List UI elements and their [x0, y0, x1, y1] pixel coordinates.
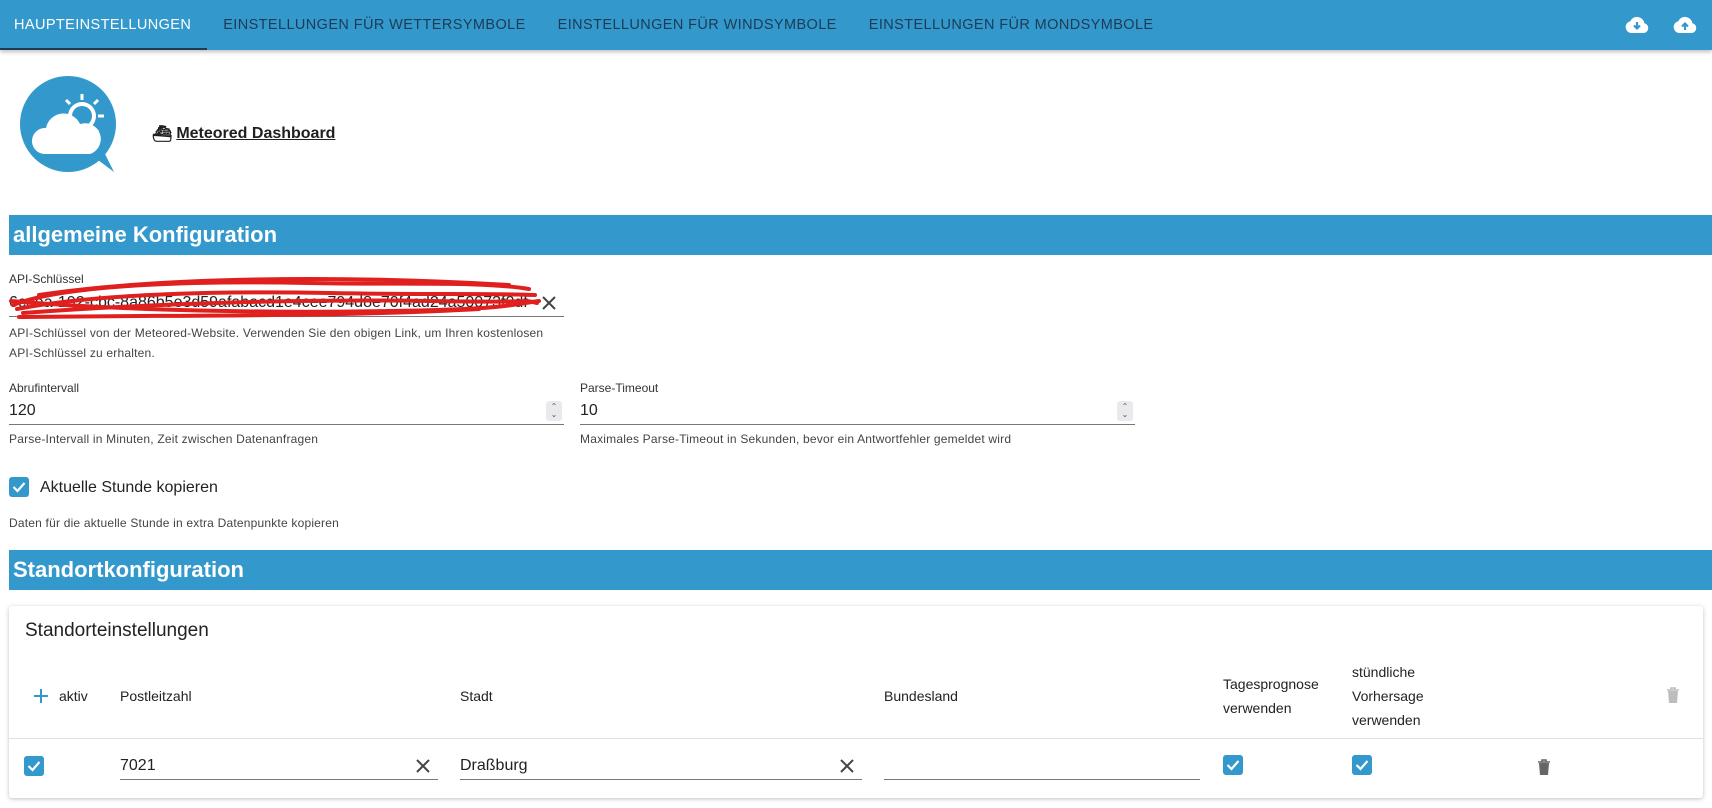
timeout-help: Maximales Parse-Timeout in Sekunden, bev…: [580, 432, 1012, 446]
timeout-stepper[interactable]: ⌃ ⌄: [1117, 400, 1133, 421]
general-config-header: allgemeine Konfiguration: [9, 215, 1712, 255]
zip-value: 7021: [120, 756, 156, 774]
meteored-logo: [16, 74, 120, 178]
row-active-checkbox[interactable]: [24, 756, 44, 776]
top-tab-bar: Haupteinstellungen Einstellungen für Wet…: [0, 0, 1712, 50]
col-city: Stadt: [460, 688, 493, 704]
timeout-value: 10: [580, 401, 598, 419]
api-key-value: 6ceea-192-cbc-8a86b5e3d59afabacd1e4cee79…: [9, 293, 528, 311]
col-hourly-line3: verwenden: [1352, 712, 1421, 728]
check-icon: [1226, 760, 1240, 771]
cloud-download-icon[interactable]: [1624, 12, 1650, 38]
api-key-help-line2: API-Schlüssel zu erhalten.: [9, 346, 155, 360]
timeout-label: Parse-Timeout: [580, 381, 659, 395]
meteored-dashboard-link[interactable]: ⛴ Meteored Dashboard: [152, 124, 335, 144]
copy-hour-help: Daten für die aktuelle Stunde in extra D…: [9, 516, 340, 530]
api-key-field[interactable]: 6ceea-192-cbc-8a86b5e3d59afabacd1e4cee79…: [9, 277, 564, 319]
delete-row-icon[interactable]: [1534, 756, 1554, 778]
row-separator: [9, 738, 1703, 739]
col-active: aktiv: [59, 688, 88, 704]
interval-value: 120: [9, 401, 36, 419]
interval-stepper[interactable]: ⌃ ⌄: [546, 400, 562, 421]
tab-main-settings[interactable]: Haupteinstellungen: [0, 0, 208, 50]
row-daily-checkbox[interactable]: [1223, 755, 1243, 775]
copy-hour-checkbox[interactable]: [9, 477, 29, 497]
interval-label: Abrufintervall: [9, 381, 80, 395]
timeout-input[interactable]: 10 ⌃ ⌄: [580, 397, 1135, 425]
state-input[interactable]: [884, 752, 1200, 780]
row-hourly-checkbox[interactable]: [1352, 755, 1372, 775]
check-icon: [1355, 760, 1369, 771]
zip-input[interactable]: 7021: [120, 752, 438, 780]
check-icon: [12, 482, 26, 493]
city-input[interactable]: Draßburg: [460, 752, 862, 780]
col-zip: Postleitzahl: [120, 688, 192, 704]
col-hourly-line2: Vorhersage: [1352, 688, 1424, 704]
col-daily-line1: Tagesprognose: [1223, 676, 1319, 692]
card-title: Standorteinstellungen: [25, 620, 209, 641]
clear-icon[interactable]: [832, 758, 862, 774]
col-hourly-line1: stündliche: [1352, 664, 1416, 680]
col-state: Bundesland: [884, 688, 958, 704]
add-icon[interactable]: [31, 686, 51, 706]
delete-all-icon: [1663, 684, 1683, 706]
api-key-label: API-Schlüssel: [9, 272, 84, 286]
dashboard-link-text: Meteored Dashboard: [176, 125, 336, 142]
location-config-header: Standortkonfiguration: [9, 550, 1712, 590]
clear-icon[interactable]: [534, 295, 564, 311]
clear-icon[interactable]: [408, 758, 438, 774]
location-settings-card: Standorteinstellungen aktiv Postleitzahl…: [9, 606, 1703, 798]
cloud-upload-icon[interactable]: [1672, 12, 1698, 38]
tab-moon-icons[interactable]: Einstellungen für Mondsymbole: [853, 0, 1170, 50]
ship-icon: ⛴: [152, 126, 173, 143]
api-key-help-line1: API-Schlüssel von der Meteored-Website. …: [9, 326, 544, 340]
col-daily-line2: verwenden: [1223, 700, 1292, 716]
city-value: Draßburg: [460, 756, 528, 774]
interval-input[interactable]: 120 ⌃ ⌄: [9, 397, 564, 425]
copy-hour-label: Aktuelle Stunde kopieren: [40, 479, 218, 496]
tab-weather-icons[interactable]: Einstellungen für Wettersymbole: [207, 0, 541, 50]
check-icon: [27, 761, 41, 772]
tab-wind-icons[interactable]: Einstellungen für Windsymbole: [542, 0, 853, 50]
interval-help: Parse-Intervall in Minuten, Zeit zwische…: [9, 432, 319, 446]
